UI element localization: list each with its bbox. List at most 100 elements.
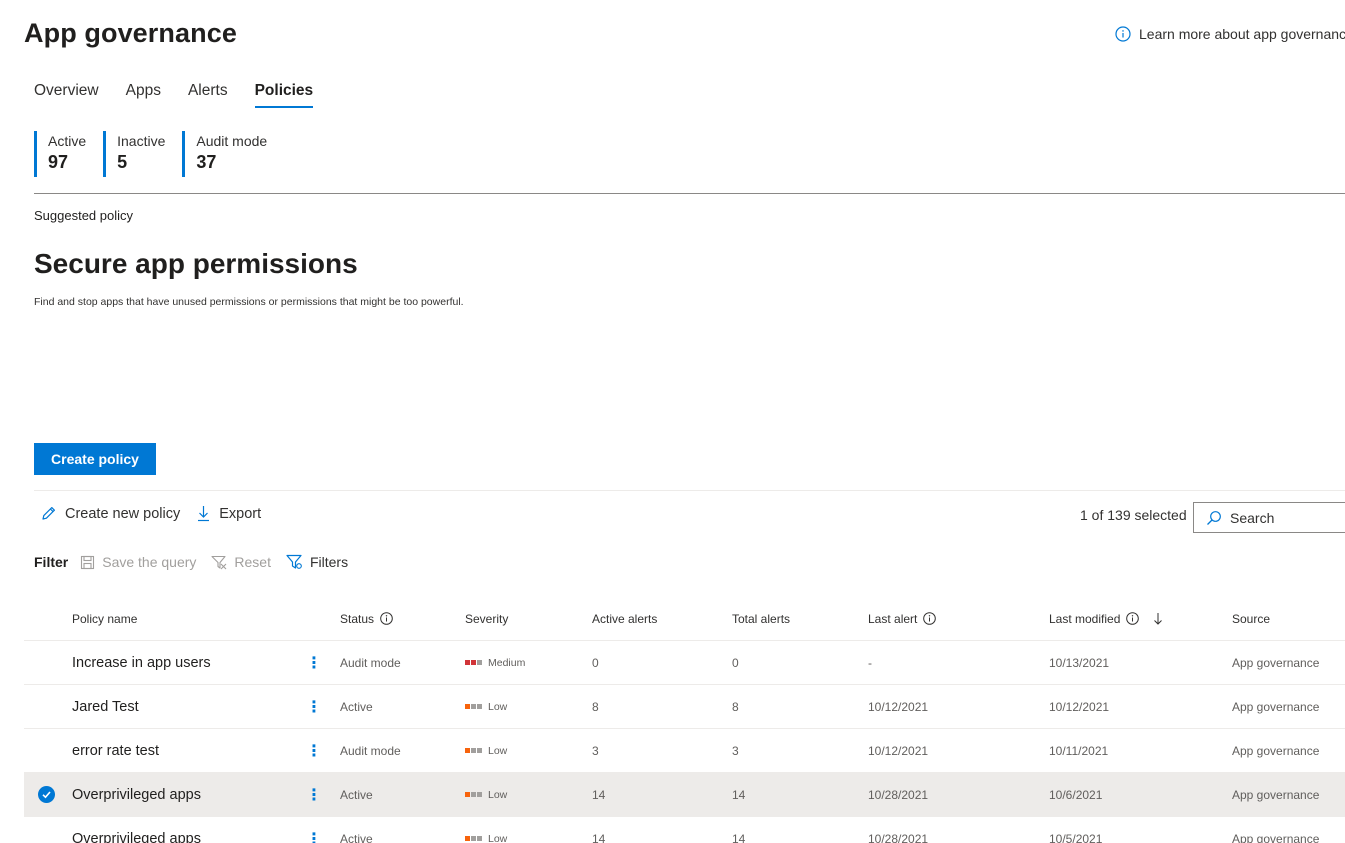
column-header-label: Severity (465, 611, 509, 626)
suggested-policy-label: Suggested policy (34, 208, 134, 223)
policy-severity: Medium (465, 657, 525, 669)
severity-label: Low (488, 744, 508, 757)
severity-low-icon (465, 836, 482, 841)
filter-label: Filter (34, 554, 69, 570)
stat-label: Audit mode (196, 133, 268, 149)
create-policy-button[interactable]: Create policy (34, 443, 156, 475)
table-row[interactable]: error rate test ⋮ Audit mode Low 3 3 10/… (24, 729, 1345, 773)
policy-status: Active (340, 699, 373, 714)
last-alert: 10/28/2021 (868, 787, 929, 802)
suggested-policy-description: Find and stop apps that have unused perm… (34, 296, 464, 308)
tab-policies[interactable]: Policies (254, 82, 313, 108)
stat-value: 37 (196, 152, 217, 172)
active-alerts: 0 (592, 655, 599, 670)
more-options-icon[interactable]: ⋮ (306, 697, 322, 717)
save-query-button[interactable]: Save the query (80, 554, 196, 570)
policy-status: Active (340, 787, 373, 802)
table-header: Policy name Status Severity Active alert… (24, 597, 1345, 641)
tab-alerts[interactable]: Alerts (188, 82, 228, 108)
reset-label: Reset (234, 554, 271, 570)
last-modified: 10/6/2021 (1049, 787, 1103, 802)
policy-name[interactable]: Jared Test (72, 699, 139, 715)
last-alert: - (868, 655, 872, 670)
column-header-label: Source (1232, 611, 1271, 626)
more-options-icon[interactable]: ⋮ (306, 829, 322, 843)
last-alert: 10/28/2021 (868, 831, 929, 843)
row-checkbox[interactable] (38, 786, 55, 803)
command-bar: Create new policy Export (40, 505, 277, 522)
policy-status: Audit mode (340, 743, 401, 758)
more-options-icon[interactable]: ⋮ (306, 785, 322, 805)
filter-bar: Filter Save the query Reset Filters (34, 554, 363, 570)
policy-status: Active (340, 831, 373, 843)
toolbar-divider (34, 490, 1345, 491)
column-header-active-alerts[interactable]: Active alerts (592, 612, 657, 626)
table-row-selected[interactable]: Overprivileged apps ⋮ Active Low 14 14 1… (24, 773, 1345, 817)
save-icon (81, 555, 95, 569)
policies-table: Policy name Status Severity Active alert… (24, 597, 1345, 843)
table-row[interactable]: Increase in app users ⋮ Audit mode Mediu… (24, 641, 1345, 685)
more-options-icon[interactable]: ⋮ (306, 653, 322, 673)
last-modified: 10/13/2021 (1049, 655, 1110, 670)
download-icon (198, 506, 210, 522)
column-header-label: Policy name (72, 611, 138, 626)
policy-name[interactable]: Overprivileged apps (72, 787, 201, 803)
severity-low-icon (465, 704, 482, 709)
column-header-status[interactable]: Status (340, 612, 393, 626)
severity-medium-icon (465, 660, 482, 665)
policy-name[interactable]: Overprivileged apps (72, 831, 201, 843)
column-header-last-modified[interactable]: Last modified (1049, 612, 1165, 626)
clear-filter-icon (211, 555, 227, 569)
active-alerts: 14 (592, 831, 606, 843)
stat-audit-mode: Audit mode 37 (182, 131, 267, 177)
info-icon[interactable] (380, 612, 393, 625)
table-row[interactable]: Overprivileged apps ⋮ Active Low 14 14 1… (24, 817, 1345, 843)
total-alerts: 14 (732, 787, 746, 802)
policy-source: App governance (1232, 743, 1320, 758)
tab-overview[interactable]: Overview (34, 82, 99, 108)
column-header-total-alerts[interactable]: Total alerts (732, 612, 790, 626)
severity-low-icon (465, 748, 482, 753)
total-alerts: 8 (732, 699, 739, 714)
last-alert: 10/12/2021 (868, 699, 929, 714)
column-header-last-alert[interactable]: Last alert (868, 611, 937, 626)
pencil-icon (42, 507, 55, 520)
column-header-label: Active alerts (592, 611, 658, 626)
info-icon (1115, 26, 1131, 42)
total-alerts: 3 (732, 743, 739, 758)
export-button[interactable]: Export (196, 505, 261, 522)
filters-button[interactable]: Filters (286, 554, 348, 570)
tab-apps[interactable]: Apps (126, 82, 161, 108)
policy-name[interactable]: Increase in app users (72, 655, 211, 671)
learn-more-link[interactable]: Learn more about app governance (1115, 26, 1345, 42)
more-options-icon[interactable]: ⋮ (306, 741, 322, 761)
search-icon (1207, 510, 1221, 525)
selection-count: 1 of 139 selected (1080, 507, 1187, 523)
policy-severity: Low (465, 833, 507, 843)
last-modified: 10/11/2021 (1049, 743, 1109, 758)
page-title: App governance (24, 18, 237, 48)
info-icon[interactable] (923, 612, 937, 625)
column-header-severity[interactable]: Severity (465, 612, 508, 626)
search-box[interactable] (1193, 502, 1345, 533)
reset-button[interactable]: Reset (211, 554, 271, 570)
learn-more-text: Learn more about app governance (1139, 26, 1345, 42)
total-alerts: 0 (732, 655, 739, 670)
checkmark-circle-icon (38, 786, 55, 803)
policy-name[interactable]: error rate test (72, 743, 159, 759)
last-modified: 10/5/2021 (1049, 831, 1103, 843)
info-icon[interactable] (1126, 612, 1140, 625)
severity-low-icon (465, 792, 482, 797)
sort-descending-icon[interactable] (1151, 612, 1165, 626)
create-new-policy-button[interactable]: Create new policy (40, 505, 180, 522)
column-header-policy-name[interactable]: Policy name (72, 612, 137, 626)
search-input[interactable] (1230, 509, 1340, 526)
tab-bar: Overview Apps Alerts Policies (34, 82, 340, 108)
last-alert: 10/12/2021 (868, 743, 929, 758)
section-divider (34, 193, 1345, 194)
column-header-label: Last alert (868, 611, 918, 626)
column-header-label: Total alerts (732, 611, 791, 626)
table-row[interactable]: Jared Test ⋮ Active Low 8 8 10/12/2021 1… (24, 685, 1345, 729)
column-header-source[interactable]: Source (1232, 612, 1270, 626)
filter-icon (286, 554, 302, 569)
